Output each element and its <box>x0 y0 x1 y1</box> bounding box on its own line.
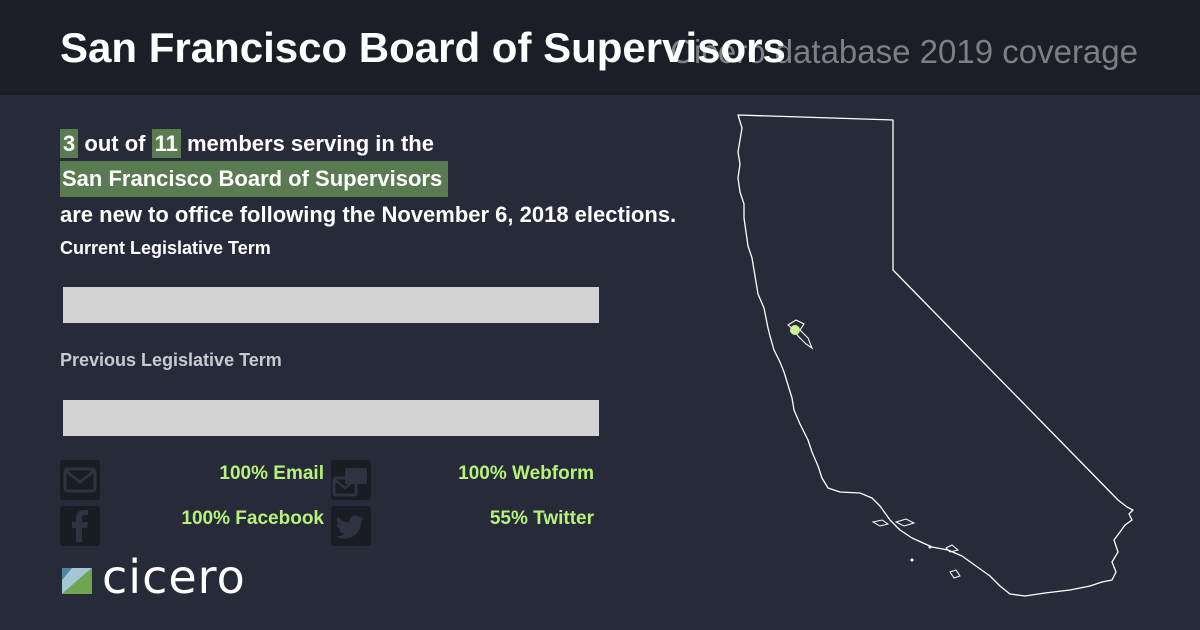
legislative-body-name: San Francisco Board of Supervisors <box>60 161 449 197</box>
island-1 <box>871 519 890 527</box>
total-member-count: 11 <box>151 129 181 158</box>
california-outline <box>737 114 1134 597</box>
sf-bay <box>787 319 814 350</box>
current-term-label: Current Legislative Term <box>60 238 271 258</box>
california-map <box>737 114 1134 597</box>
current-term-bar <box>63 287 599 323</box>
twitter-icon <box>331 506 371 546</box>
logo-text: cicero <box>102 550 246 604</box>
envelope-icon <box>60 460 100 500</box>
facebook-stat: 100% Facebook <box>181 508 324 529</box>
island-4 <box>949 569 961 579</box>
new-member-count: 3 <box>60 129 79 158</box>
page-title: San Francisco Board of Supervisors <box>60 24 786 71</box>
email-stat: 100% Email <box>219 463 324 484</box>
summary-out-of: out of <box>84 131 146 156</box>
island-2 <box>894 518 916 527</box>
cicero-logo: cicero <box>62 550 245 604</box>
previous-term-label: Previous Legislative Term <box>60 350 282 370</box>
cicero-logo-mark <box>62 568 92 594</box>
island-6 <box>910 558 914 562</box>
summary-tail: are new to office following the November… <box>60 202 677 227</box>
island-3 <box>945 544 960 553</box>
facebook-icon <box>60 506 100 546</box>
webform-stat: 100% Webform <box>458 463 594 484</box>
island-5 <box>928 545 932 549</box>
webform-icon <box>331 460 371 500</box>
twitter-stat: 55% Twitter <box>489 508 594 529</box>
previous-term-bar <box>63 400 599 436</box>
summary-members-text: members serving in the <box>186 131 434 156</box>
san-francisco-marker <box>790 325 800 335</box>
summary-text: 3 out of 11 members serving in the San F… <box>60 126 760 232</box>
